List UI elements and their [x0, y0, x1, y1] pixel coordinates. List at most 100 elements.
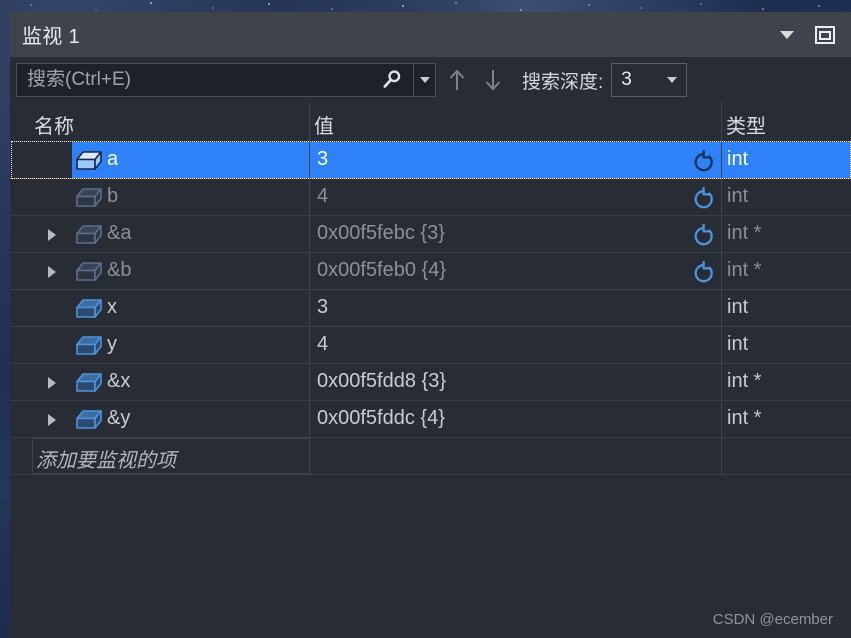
row-value[interactable]: 0x00f5febc {3} [317, 222, 445, 245]
field-cube-icon [74, 297, 104, 321]
chevron-down-icon [667, 77, 678, 83]
column-divider-1 [309, 253, 310, 289]
column-header-name[interactable]: 名称 [34, 110, 74, 139]
field-cube-icon [76, 262, 102, 281]
row-name: &x [107, 370, 131, 392]
field-cube-icon [74, 408, 104, 432]
row-name: &b [107, 259, 132, 281]
field-cube-icon [74, 186, 104, 210]
column-divider-2 [721, 179, 722, 215]
wallpaper-star [268, 3, 270, 5]
column-divider-2 [721, 216, 722, 252]
wallpaper-star [640, 7, 642, 9]
row-gutter [10, 142, 72, 178]
row-expander-icon[interactable] [48, 229, 56, 241]
row-value[interactable]: 3 [317, 296, 328, 319]
wallpaper-star [700, 3, 702, 5]
field-cube-icon [74, 334, 104, 358]
column-divider-2 [721, 401, 722, 437]
refresh-icon[interactable] [692, 149, 716, 174]
arrow-down-icon [485, 70, 501, 91]
table-row[interactable]: x 3 int [10, 290, 851, 327]
watermark: CSDN @ecember [712, 611, 833, 628]
field-cube-icon [76, 373, 102, 392]
search-box[interactable] [16, 63, 414, 97]
refresh-icon[interactable] [692, 260, 716, 285]
row-type: int [727, 296, 749, 318]
row-type: int [727, 185, 749, 207]
table-row[interactable]: &a 0x00f5febc {3} int * [10, 216, 851, 253]
wallpaper-star [455, 2, 457, 4]
column-divider-1 [309, 438, 310, 474]
column-divider-2[interactable] [721, 103, 722, 141]
wallpaper-star [331, 8, 333, 10]
row-name: b [107, 185, 119, 207]
field-cube-icon [74, 223, 104, 247]
row-name: x [107, 296, 117, 318]
column-divider-1 [309, 179, 310, 215]
search-options-dropdown[interactable] [414, 63, 436, 97]
wallpaper-star [588, 4, 590, 6]
row-value[interactable]: 3 [317, 148, 328, 171]
refresh-value-button[interactable] [692, 223, 716, 248]
search-next-button[interactable] [478, 63, 508, 97]
table-row[interactable]: y 4 int [10, 327, 851, 364]
row-value[interactable]: 0x00f5fdd8 {3} [317, 370, 446, 393]
table-row[interactable]: b 4 int [10, 179, 851, 216]
search-input[interactable] [17, 65, 357, 95]
chevron-down-icon [419, 77, 430, 83]
column-header-type[interactable]: 类型 [726, 110, 766, 139]
wallpaper-star [520, 9, 522, 11]
column-divider-1[interactable] [309, 103, 310, 141]
window-dropdown-button[interactable] [775, 23, 799, 47]
column-divider-2 [721, 327, 722, 363]
column-divider-1 [309, 401, 310, 437]
refresh-icon[interactable] [692, 223, 716, 248]
title-bar-actions [775, 23, 837, 47]
refresh-value-button[interactable] [692, 149, 716, 174]
row-name: y [107, 333, 117, 355]
refresh-value-button[interactable] [692, 260, 716, 285]
row-expander-icon[interactable] [48, 414, 56, 426]
refresh-value-button[interactable] [692, 186, 716, 211]
wallpaper-star [818, 5, 820, 7]
column-header-value[interactable]: 值 [314, 110, 334, 139]
wallpaper-star [150, 2, 152, 4]
field-cube-icon [76, 151, 102, 170]
add-watch-row[interactable]: 添加要监视的项 [10, 438, 851, 475]
field-cube-icon [76, 410, 102, 429]
column-divider-2 [721, 290, 722, 326]
wallpaper-star [212, 7, 214, 9]
row-value[interactable]: 4 [317, 333, 328, 356]
table-row[interactable]: a 3 int [10, 141, 851, 179]
wallpaper-star [95, 9, 97, 11]
watch-grid: 名称 值 类型 a 3 int b 4 int &a 0x00f5febc {3} int * &… [10, 103, 851, 623]
table-row[interactable]: &b 0x00f5feb0 {4} int * [10, 253, 851, 290]
field-cube-icon [76, 225, 102, 244]
column-divider-1 [309, 142, 310, 178]
column-divider-1 [309, 216, 310, 252]
row-value[interactable]: 0x00f5fddc {4} [317, 407, 445, 430]
wallpaper-star [402, 5, 404, 7]
table-row[interactable]: &y 0x00f5fddc {4} int * [10, 401, 851, 438]
column-divider-1 [309, 327, 310, 363]
row-value[interactable]: 0x00f5feb0 {4} [317, 259, 446, 282]
column-divider-1 [309, 290, 310, 326]
field-cube-icon [74, 371, 104, 395]
field-cube-icon [74, 260, 104, 284]
column-divider-2 [721, 364, 722, 400]
row-value[interactable]: 4 [317, 185, 328, 208]
row-expander-icon[interactable] [48, 266, 56, 278]
row-type: int * [727, 259, 762, 281]
search-depth-select[interactable]: 3 [611, 63, 688, 97]
table-row[interactable]: &x 0x00f5fdd8 {3} int * [10, 364, 851, 401]
window-dock-button[interactable] [813, 23, 837, 47]
search-prev-button[interactable] [442, 63, 472, 97]
column-divider-1 [309, 364, 310, 400]
refresh-icon[interactable] [692, 186, 716, 211]
row-expander-icon[interactable] [48, 377, 56, 389]
search-depth-label: 搜索深度: [522, 71, 604, 93]
row-type: int * [727, 407, 762, 429]
field-cube-icon [76, 299, 102, 318]
chevron-down-icon [780, 30, 794, 39]
